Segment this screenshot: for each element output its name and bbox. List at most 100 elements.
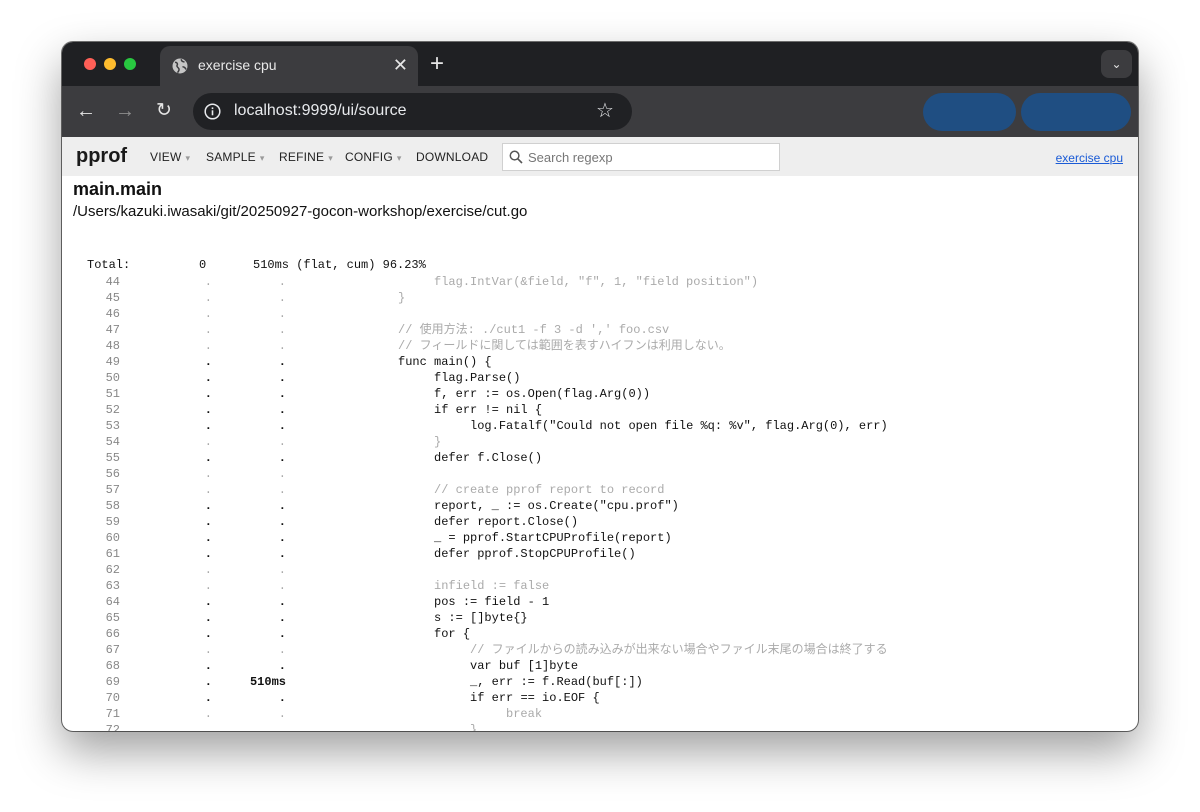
code-text: s := []byte{} xyxy=(362,611,528,625)
code-text: infield := false xyxy=(362,579,550,593)
flat-value: . xyxy=(204,595,212,609)
tab-exercise-cpu[interactable]: exercise cpu ✕ xyxy=(160,46,418,86)
line-number: 64 xyxy=(105,595,120,609)
back-arrow-icon[interactable]: ← xyxy=(72,97,100,125)
flat-value: . xyxy=(204,627,212,641)
search-input[interactable] xyxy=(528,148,773,167)
new-tab-icon[interactable]: + xyxy=(430,50,444,78)
file-path: /Users/kazuki.iwasaki/git/20250927-gocon… xyxy=(73,203,528,220)
function-name: main.main xyxy=(73,179,163,199)
flat-value: . xyxy=(204,659,212,673)
code-text: f, err := os.Open(flag.Arg(0)) xyxy=(362,387,651,401)
flat-value: . xyxy=(204,307,212,321)
code-text: // create pprof report to record xyxy=(362,483,665,497)
search-box[interactable] xyxy=(502,143,780,171)
line-number: 55 xyxy=(105,451,120,465)
flat-value: . xyxy=(204,467,212,481)
line-number: 45 xyxy=(105,291,120,305)
browser-toolbar: ← → ↻ localhost:9999/ui/source ☆ xyxy=(62,86,1138,137)
cum-value: . xyxy=(278,659,286,673)
toolbar-action-pill[interactable] xyxy=(1021,93,1131,131)
reload-icon[interactable]: ↻ xyxy=(150,97,178,125)
line-number: 50 xyxy=(105,371,120,385)
source-line: 46.. xyxy=(62,306,1138,322)
source-line: 56.. xyxy=(62,466,1138,482)
close-tab-icon[interactable]: ✕ xyxy=(393,55,408,75)
line-number: 57 xyxy=(105,483,120,497)
pprof-logo: pprof xyxy=(76,145,128,167)
flat-value: . xyxy=(204,723,212,731)
address-bar[interactable]: localhost:9999/ui/source ☆ xyxy=(193,93,632,130)
source-line: 49.. func main() { xyxy=(62,354,1138,370)
minimize-window-button[interactable] xyxy=(104,58,116,70)
total-summary: 510ms (flat, cum) 96.23% xyxy=(253,258,426,272)
profile-link[interactable]: exercise cpu xyxy=(1056,151,1123,165)
menu-view[interactable]: VIEW ▾ xyxy=(150,150,190,164)
code-text: // フィールドに関しては範囲を表すハイフンは利用しない。 xyxy=(362,339,731,353)
toolbar-profile-pill[interactable] xyxy=(923,93,1016,131)
flat-value: . xyxy=(204,547,212,561)
close-window-button[interactable] xyxy=(84,58,96,70)
source-line: 72.. } xyxy=(62,722,1138,731)
line-number: 66 xyxy=(105,627,120,641)
line-number: 69 xyxy=(105,675,120,689)
code-text: _, err := f.Read(buf[:]) xyxy=(362,675,643,689)
url-text: localhost:9999/ui/source xyxy=(234,102,407,119)
cum-value: . xyxy=(278,627,286,641)
caret-down-icon: ▾ xyxy=(396,153,402,163)
flat-value: . xyxy=(204,643,212,657)
menu-config[interactable]: CONFIG ▾ xyxy=(345,150,402,164)
flat-value: . xyxy=(204,291,212,305)
zoom-window-button[interactable] xyxy=(124,58,136,70)
cum-value: . xyxy=(278,419,286,433)
menu-refine[interactable]: REFINE ▾ xyxy=(279,150,333,164)
code-text: defer f.Close() xyxy=(362,451,543,465)
line-number: 47 xyxy=(105,323,120,337)
tab-title: exercise cpu xyxy=(198,57,277,73)
forward-arrow-icon[interactable]: → xyxy=(111,97,139,125)
line-number: 58 xyxy=(105,499,120,513)
line-number: 46 xyxy=(105,307,120,321)
code-text: flag.Parse() xyxy=(362,371,521,385)
line-number: 70 xyxy=(105,691,120,705)
flat-value: . xyxy=(204,691,212,705)
cum-value: . xyxy=(278,579,286,593)
cum-value: . xyxy=(278,691,286,705)
menu-sample[interactable]: SAMPLE ▾ xyxy=(206,150,265,164)
flat-value: . xyxy=(204,531,212,545)
line-number: 65 xyxy=(105,611,120,625)
source-line: 70.. if err == io.EOF { xyxy=(62,690,1138,706)
bookmark-star-icon[interactable]: ☆ xyxy=(596,100,614,122)
code-text: func main() { xyxy=(362,355,492,369)
cum-value: . xyxy=(278,451,286,465)
caret-down-icon: ▾ xyxy=(328,153,333,163)
code-text: if err != nil { xyxy=(362,403,543,417)
menu-download[interactable]: DOWNLOAD xyxy=(416,150,488,164)
source-line: 50.. flag.Parse() xyxy=(62,370,1138,386)
cum-value: . xyxy=(278,275,286,289)
cum-value: . xyxy=(278,707,286,721)
code-text: // ファイルからの読み込みが出来ない場合やファイル末尾の場合は終了する xyxy=(362,643,888,657)
code-text: } xyxy=(362,723,478,731)
source-line: 58.. report, _ := os.Create("cpu.prof") xyxy=(62,498,1138,514)
flat-value: . xyxy=(204,611,212,625)
flat-value: . xyxy=(204,323,212,337)
source-line: 55.. defer f.Close() xyxy=(62,450,1138,466)
cum-value: . xyxy=(278,483,286,497)
flat-value: . xyxy=(204,515,212,529)
flat-value: . xyxy=(204,483,212,497)
code-text: break xyxy=(362,707,543,721)
cum-value: . xyxy=(278,323,286,337)
cum-value: . xyxy=(278,643,286,657)
globe-icon xyxy=(172,58,188,74)
cum-value: . xyxy=(278,387,286,401)
flat-value: . xyxy=(204,499,212,513)
flat-value: . xyxy=(204,371,212,385)
source-line: 53.. log.Fatalf("Could not open file %q:… xyxy=(62,418,1138,434)
tab-search-chevron-icon[interactable]: ⌄ xyxy=(1101,50,1132,78)
source-line: 44.. flag.IntVar(&field, "f", 1, "field … xyxy=(62,274,1138,290)
line-number: 62 xyxy=(105,563,120,577)
info-icon[interactable] xyxy=(204,103,221,120)
caret-down-icon: ▾ xyxy=(185,153,191,163)
source-line: 48.. // フィールドに関しては範囲を表すハイフンは利用しない。 xyxy=(62,338,1138,354)
